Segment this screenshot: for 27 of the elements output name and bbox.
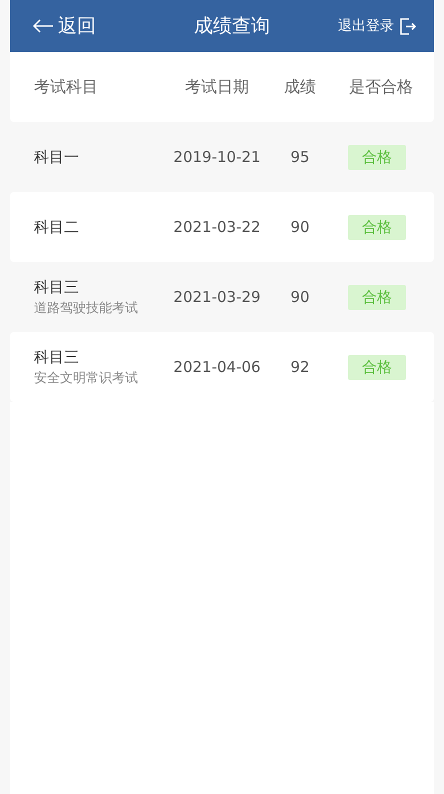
result-tag: 合格: [348, 214, 406, 240]
result-tag: 合格: [348, 284, 406, 310]
back-button[interactable]: 返回: [32, 13, 96, 39]
exam-score: 95: [290, 148, 310, 166]
column-header: 是否合格: [349, 76, 413, 98]
subject-note: 道路驾驶技能考试: [34, 300, 139, 316]
logout-icon: [400, 18, 416, 34]
subject-name: 科目一: [34, 148, 80, 166]
exam-score: 92: [290, 358, 310, 376]
exam-date: 2019-10-21: [173, 148, 261, 166]
exam-score: 90: [290, 288, 310, 306]
subject-note: 安全文明常识考试: [34, 370, 139, 386]
column-header: 考试日期: [185, 76, 249, 98]
result-tag: 合格: [348, 144, 406, 170]
exam-date: 2021-04-06: [173, 358, 261, 376]
column-header: 考试科目: [34, 76, 99, 98]
exam-score: 90: [290, 218, 310, 236]
subject-name: 科目二: [34, 218, 80, 236]
back-arrow-icon: [32, 19, 54, 33]
subject-name: 科目三: [34, 348, 80, 366]
exam-date: 2021-03-22: [173, 218, 261, 236]
page-title: 成绩查询: [194, 14, 270, 39]
logout-button[interactable]: 退出登录: [338, 17, 416, 35]
result-tag: 合格: [348, 354, 406, 380]
subject-name: 科目三: [34, 278, 80, 296]
exam-date: 2021-03-29: [173, 288, 261, 306]
column-header: 成绩: [284, 76, 316, 98]
